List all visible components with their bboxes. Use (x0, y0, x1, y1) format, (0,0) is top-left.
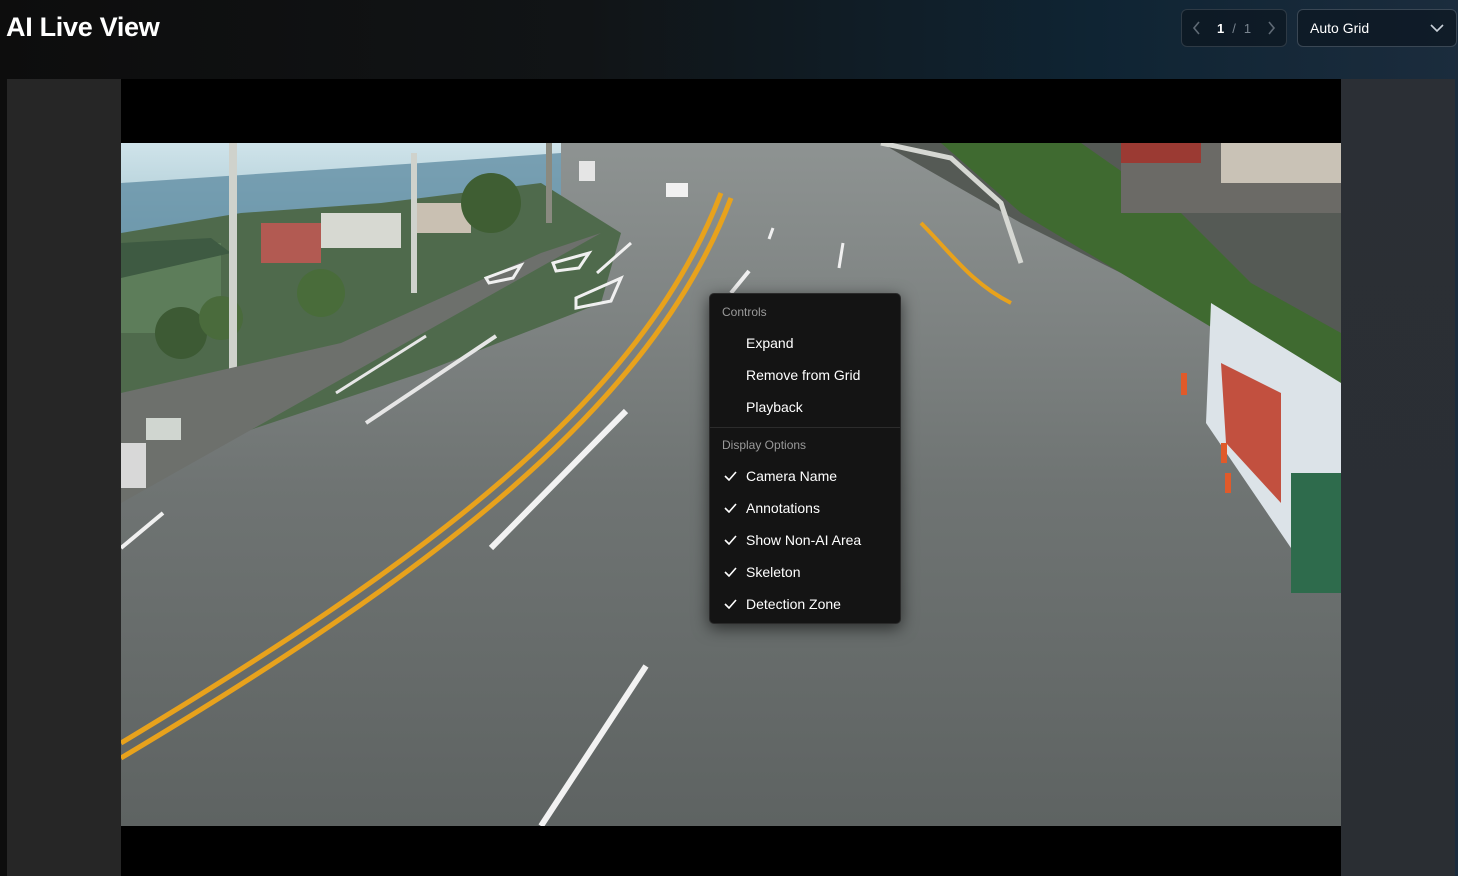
camera-tile[interactable]: Controls Expand Remove from Grid Playbac… (121, 79, 1341, 876)
menu-item-label: Show Non-AI Area (746, 532, 862, 548)
check-icon (723, 567, 737, 577)
check-icon (723, 503, 737, 513)
check-icon (723, 535, 737, 545)
chevron-right-icon (1268, 21, 1276, 35)
menu-item-label: Playback (746, 399, 803, 415)
menu-item-skeleton[interactable]: Skeleton (714, 557, 896, 587)
menu-item-remove-from-grid[interactable]: Remove from Grid (714, 360, 896, 390)
next-page-button[interactable] (1264, 21, 1278, 35)
menu-section-display-header: Display Options (722, 438, 807, 452)
grid-side-panel (1341, 79, 1455, 876)
menu-divider (710, 427, 900, 428)
menu-item-label: Detection Zone (746, 596, 841, 612)
menu-item-annotations[interactable]: Annotations (714, 493, 896, 523)
grid-layout-select[interactable]: Auto Grid (1297, 9, 1457, 47)
chevron-down-icon (1430, 24, 1444, 33)
prev-page-button[interactable] (1190, 21, 1204, 35)
grid-layout-value: Auto Grid (1310, 20, 1370, 36)
menu-item-label: Remove from Grid (746, 367, 861, 383)
current-page: 1 (1216, 20, 1225, 36)
menu-section-controls-header: Controls (722, 305, 767, 319)
chevron-left-icon (1192, 21, 1200, 35)
menu-item-show-non-ai-area[interactable]: Show Non-AI Area (714, 525, 896, 555)
menu-item-label: Expand (746, 335, 794, 351)
total-pages: 1 (1243, 20, 1252, 36)
check-icon (723, 599, 737, 609)
menu-item-expand[interactable]: Expand (714, 328, 896, 358)
page-separator: / (1232, 20, 1236, 36)
pagination-control: 1 / 1 (1181, 9, 1287, 47)
menu-item-label: Skeleton (746, 564, 801, 580)
menu-item-camera-name[interactable]: Camera Name (714, 461, 896, 491)
page-title: AI Live View (6, 12, 160, 42)
menu-item-playback[interactable]: Playback (714, 392, 896, 422)
menu-item-label: Camera Name (746, 468, 838, 484)
menu-item-label: Annotations (746, 500, 820, 516)
check-icon (723, 471, 737, 481)
camera-context-menu: Controls Expand Remove from Grid Playbac… (709, 293, 901, 624)
menu-item-detection-zone[interactable]: Detection Zone (714, 589, 896, 619)
